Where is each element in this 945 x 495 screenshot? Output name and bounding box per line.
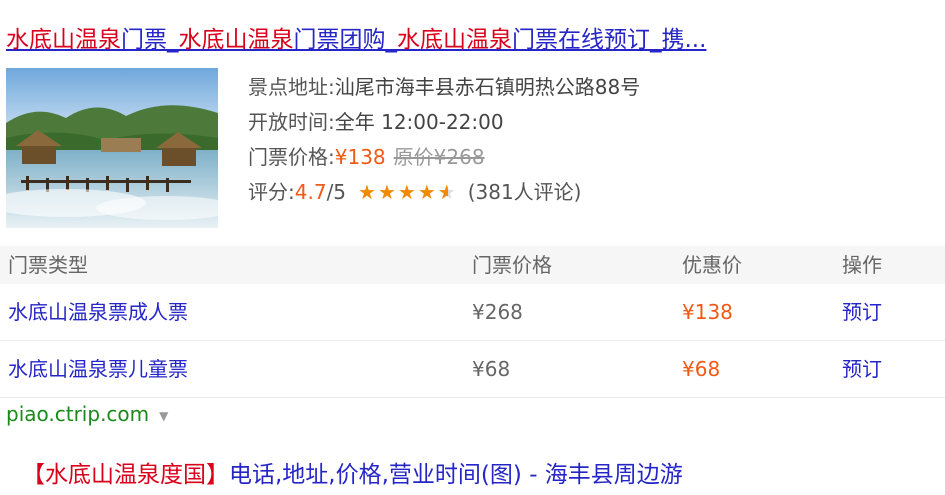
title-part: 水底山温泉 (397, 27, 512, 53)
table-row: 水底山温泉票儿童票 ¥68 ¥68 预订 (0, 341, 945, 398)
url-text: piao.ctrip.com (6, 402, 150, 426)
hours-value: 全年 12:00-22:00 (334, 110, 504, 134)
table-header: 门票类型 门票价格 优惠价 操作 (0, 246, 945, 284)
address-row: 景点地址:汕尾市海丰县赤石镇明热公路88号 (248, 70, 640, 105)
header-ticket-type: 门票类型 (8, 253, 88, 277)
attraction-info: 景点地址:汕尾市海丰县赤石镇明热公路88号 开放时间:全年 12:00-22:0… (248, 70, 640, 210)
next-title-rest: 电话,地址,价格,营业时间(图) - 海丰县周边游 (229, 462, 683, 488)
title-part: 门票_ (121, 27, 179, 53)
dropdown-arrow-icon[interactable]: ▼ (159, 400, 168, 432)
ticket-type-link[interactable]: 水底山温泉票儿童票 (8, 341, 188, 397)
header-ticket-price: 门票价格 (472, 253, 552, 277)
address-value: 汕尾市海丰县赤石镇明热公路88号 (334, 75, 641, 99)
price-row: 门票价格:¥138 原价¥268 (248, 140, 640, 175)
title-part: 门票在线预订_携... (512, 27, 707, 53)
address-label: 景点地址: (248, 75, 335, 99)
rating-row: 评分:4.7/5 ★★★★★ (381人评论) (248, 175, 640, 210)
book-button[interactable]: 预订 (842, 284, 882, 340)
title-part: 门票团购_ (293, 27, 398, 53)
rating-label: 评分: (248, 180, 295, 204)
next-result-title-link[interactable]: 【水底山温泉度国】电话,地址,价格,营业时间(图) - 海丰县周边游 (22, 455, 683, 495)
hours-row: 开放时间:全年 12:00-22:00 (248, 105, 640, 140)
review-count[interactable]: (381人评论) (468, 180, 582, 204)
header-discount: 优惠价 (682, 253, 742, 277)
price-label: 门票价格: (248, 145, 335, 169)
hours-label: 开放时间: (248, 110, 335, 134)
hot-spring-photo (6, 68, 218, 228)
rating-value: 4.7 (294, 180, 327, 204)
ticket-type-link[interactable]: 水底山温泉票成人票 (8, 284, 188, 340)
ticket-price: ¥268 (472, 300, 523, 324)
table-row: 水底山温泉票成人票 ¥268 ¥138 预订 (0, 284, 945, 341)
price-value: ¥138 (334, 145, 386, 169)
title-part: 水底山温泉 (6, 27, 121, 53)
result-thumbnail[interactable] (6, 68, 218, 228)
title-part: 水底山温泉 (178, 27, 294, 53)
book-button[interactable]: 预订 (842, 341, 882, 397)
header-action: 操作 (842, 253, 882, 277)
rating-max: /5 (326, 180, 347, 204)
ticket-price: ¥68 (472, 357, 511, 381)
next-title-highlight: 【水底山温泉度国】 (22, 462, 229, 488)
discount-price: ¥138 (682, 300, 733, 324)
star-rating-icon: ★★★★★ (358, 175, 458, 210)
result-url[interactable]: piao.ctrip.com ▼ (6, 398, 168, 432)
result-title-link[interactable]: 水底山温泉门票_水底山温泉门票团购_水底山温泉门票在线预订_携... (6, 20, 941, 60)
original-price: 原价¥268 (393, 145, 485, 169)
ticket-table: 门票类型 门票价格 优惠价 操作 水底山温泉票成人票 ¥268 ¥138 预订 … (0, 246, 945, 398)
discount-price: ¥68 (682, 357, 721, 381)
